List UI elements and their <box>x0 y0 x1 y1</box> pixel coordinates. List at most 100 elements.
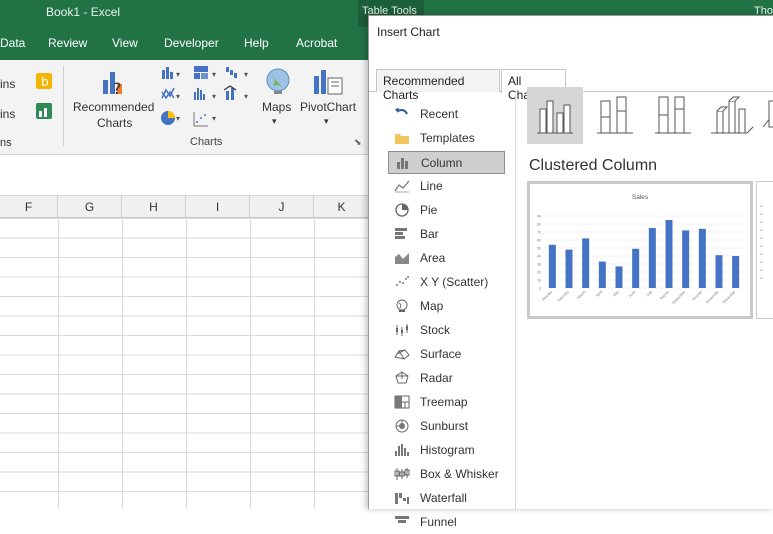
bar-july <box>648 228 656 288</box>
bar-december <box>732 256 740 288</box>
y-tick-label-40: 40 <box>537 255 541 259</box>
y-tick-label-90: 90 <box>537 215 541 219</box>
3d-column-partial-icon <box>762 100 773 128</box>
category-pie[interactable]: Pie <box>388 199 505 222</box>
subtype-3d-column[interactable] <box>761 87 773 144</box>
stacked-100-column-icon <box>655 96 691 134</box>
scatter-chart-icon <box>396 276 409 286</box>
column-chart-icon: ▾ <box>162 67 180 79</box>
chart-type-name: Clustered Column <box>529 157 658 174</box>
chart-type-icons[interactable]: ▾ ▾ ▾ ▾ ▾ ▾ ▾ ▾ <box>160 64 258 132</box>
preview-bars <box>548 220 740 288</box>
recommended-charts-button[interactable]: ? Recommended Charts <box>70 64 156 134</box>
recommended-charts-label-1: Recommended <box>73 100 155 114</box>
pivotchart-label: PivotChart <box>300 100 357 114</box>
bar-january <box>548 244 556 288</box>
column-header-h[interactable]: H <box>122 196 186 218</box>
category-radar[interactable]: Radar <box>388 367 505 390</box>
preview-chart-svg: Sales 0 10 20 30 40 50 60 70 80 90 January Februar… <box>537 194 744 305</box>
treemap-chart-icon <box>394 395 410 409</box>
category-box-whisker[interactable]: Box & Whisker <box>388 463 505 486</box>
line-chart-icon <box>394 180 410 193</box>
bar-may <box>615 266 623 288</box>
bar-chart-icon <box>395 228 407 239</box>
category-templates[interactable]: Templates <box>388 127 505 150</box>
bing-icon[interactable]: b <box>36 73 52 89</box>
tab-view[interactable]: View <box>112 36 138 50</box>
category-stock[interactable]: Stock <box>388 319 505 342</box>
tab-review[interactable]: Review <box>48 36 87 50</box>
category-waterfall[interactable]: Waterfall <box>388 487 505 510</box>
column-header-f[interactable]: F <box>0 196 58 218</box>
y-tick-label-10: 10 <box>537 279 541 283</box>
bar-september <box>682 230 690 288</box>
pivotchart-button[interactable]: PivotChart ▾ <box>298 64 360 134</box>
column-headers: F G H I J K <box>0 196 370 218</box>
folder-icon <box>395 134 409 144</box>
worksheet-grid[interactable] <box>0 218 370 509</box>
dialog-launcher-icon[interactable]: ⬊ <box>354 137 362 148</box>
people-graph-icon[interactable] <box>36 103 52 119</box>
ribbon-partial-label-1[interactable]: ins <box>0 77 15 91</box>
tab-data[interactable]: Data <box>0 36 25 50</box>
tab-recommended-charts[interactable]: Recommended Charts <box>376 69 500 102</box>
category-sunburst[interactable]: Sunburst <box>388 415 505 438</box>
recommended-charts-label-2: Charts <box>97 116 133 130</box>
stacked-column-icon <box>597 96 633 134</box>
chart-preview[interactable]: Sales 0 10 20 30 40 50 60 70 80 90 January Februar… <box>527 181 753 319</box>
ribbon-partial-label-2[interactable]: ins <box>0 107 15 121</box>
subtype-3d-clustered-column[interactable] <box>703 87 759 144</box>
category-histogram[interactable]: Histogram <box>388 439 505 462</box>
category-treemap[interactable]: Treemap <box>388 391 505 414</box>
category-area[interactable]: Area <box>388 247 505 270</box>
tab-help[interactable]: Help <box>244 36 269 50</box>
chart-preview-secondary[interactable] <box>756 181 773 319</box>
bar-november <box>715 255 723 288</box>
category-surface[interactable]: Surface <box>388 343 505 366</box>
chevron-down-icon[interactable]: ▾ <box>272 116 277 127</box>
column-header-i[interactable]: I <box>186 196 250 218</box>
preview-chart-title: Sales <box>632 194 649 201</box>
column-header-j[interactable]: J <box>250 196 314 218</box>
tab-acrobat[interactable]: Acrobat <box>296 36 337 50</box>
category-line[interactable]: Line <box>388 175 505 198</box>
preview-y-tick-labels: 0 10 20 30 40 50 60 70 80 90 <box>537 215 541 291</box>
chevron-down-icon[interactable]: ▾ <box>324 116 329 127</box>
recommended-charts-icon: ? <box>103 72 122 98</box>
subtype-stacked-column[interactable] <box>587 87 643 144</box>
scatter-chart-icon: ▾ <box>193 112 216 127</box>
x-tick-label-november: November <box>705 289 720 304</box>
svg-text:b: b <box>41 75 49 89</box>
x-tick-label-march: March <box>576 290 586 300</box>
pie-chart-icon <box>395 203 409 217</box>
x-tick-label-august: August <box>659 290 670 301</box>
tab-developer[interactable]: Developer <box>164 36 219 50</box>
category-recent[interactable]: Recent <box>388 103 505 126</box>
stock-chart-icon <box>396 324 408 336</box>
charts-group-label: Charts <box>190 136 223 148</box>
subtype-clustered-column[interactable] <box>527 87 583 144</box>
maps-label: Maps <box>262 100 292 114</box>
x-tick-label-september: September <box>671 289 687 305</box>
hierarchy-chart-icon: ▾ <box>194 66 216 79</box>
maps-button[interactable]: Maps ▾ <box>260 64 296 134</box>
category-bar[interactable]: Bar <box>388 223 505 246</box>
histogram-chart-icon <box>395 444 409 456</box>
box-whisker-chart-icon <box>394 468 410 480</box>
y-tick-label-20: 20 <box>537 271 541 275</box>
category-funnel[interactable]: Funnel <box>388 511 505 534</box>
category-column[interactable]: Column <box>388 151 505 174</box>
bar-august <box>665 220 673 288</box>
category-xy-scatter[interactable]: X Y (Scatter) <box>388 271 505 294</box>
column-header-g[interactable]: G <box>58 196 122 218</box>
ribbon-separator <box>63 66 64 146</box>
bar-march <box>582 238 590 288</box>
column-header-k[interactable]: K <box>314 196 370 218</box>
line-chart-icon: ▾ <box>161 87 180 101</box>
pivotchart-icon <box>314 70 343 95</box>
subtype-100-stacked-column[interactable] <box>645 87 701 144</box>
bar-october <box>698 228 706 288</box>
area-chart-icon <box>395 253 409 264</box>
3d-column-icon <box>711 96 754 134</box>
category-map[interactable]: Map <box>388 295 505 318</box>
